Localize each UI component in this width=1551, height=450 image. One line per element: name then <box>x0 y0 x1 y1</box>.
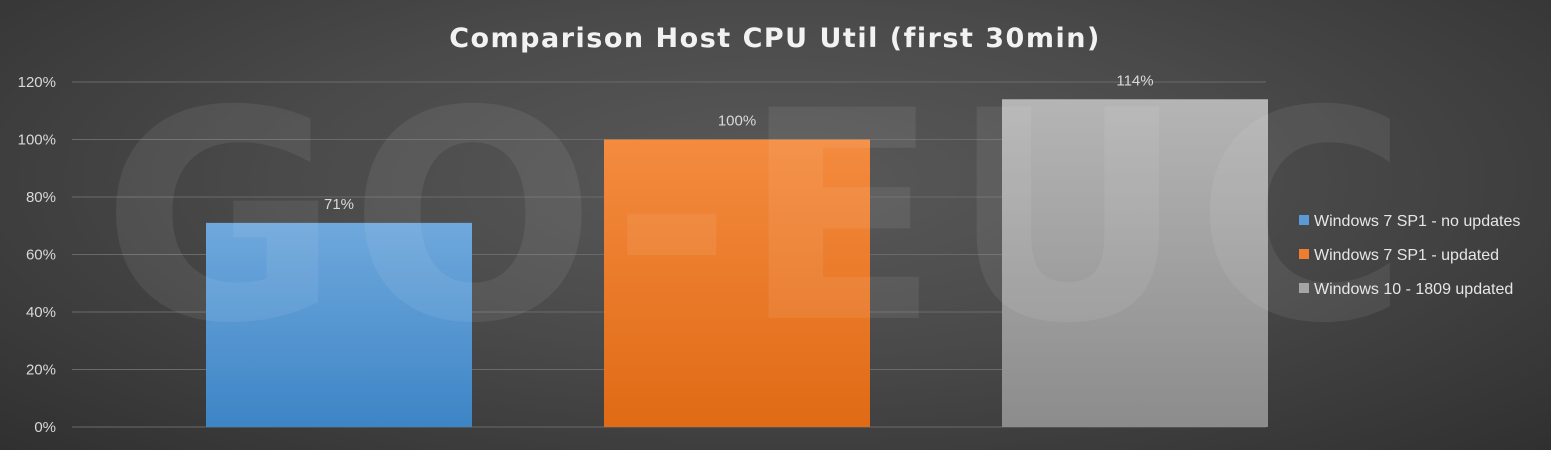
y-tick-label: 20% <box>26 362 56 379</box>
legend-label-2: Windows 7 SP1 - updated <box>1314 247 1499 264</box>
legend-swatch-1 <box>1299 215 1309 225</box>
y-tick-label: 100% <box>18 132 56 149</box>
watermark: GO-EUC <box>102 50 1419 387</box>
chart: Comparison Host CPU Util (first 30min) 0… <box>18 23 1521 436</box>
y-tick-label: 40% <box>26 304 56 321</box>
legend-label-3: Windows 10 - 1809 updated <box>1314 281 1513 298</box>
y-tick-label: 0% <box>34 419 56 436</box>
y-axis-ticks: 0% 20% 40% 60% 80% 100% 120% <box>18 74 56 436</box>
legend-label-1: Windows 7 SP1 - no updates <box>1314 213 1520 230</box>
legend-swatch-3 <box>1299 283 1309 293</box>
legend-swatch-2 <box>1299 249 1309 259</box>
y-tick-label: 60% <box>26 247 56 264</box>
legend: Windows 7 SP1 - no updates Windows 7 SP1 … <box>1299 213 1520 298</box>
y-tick-label: 80% <box>26 189 56 206</box>
y-tick-label: 120% <box>18 74 56 91</box>
